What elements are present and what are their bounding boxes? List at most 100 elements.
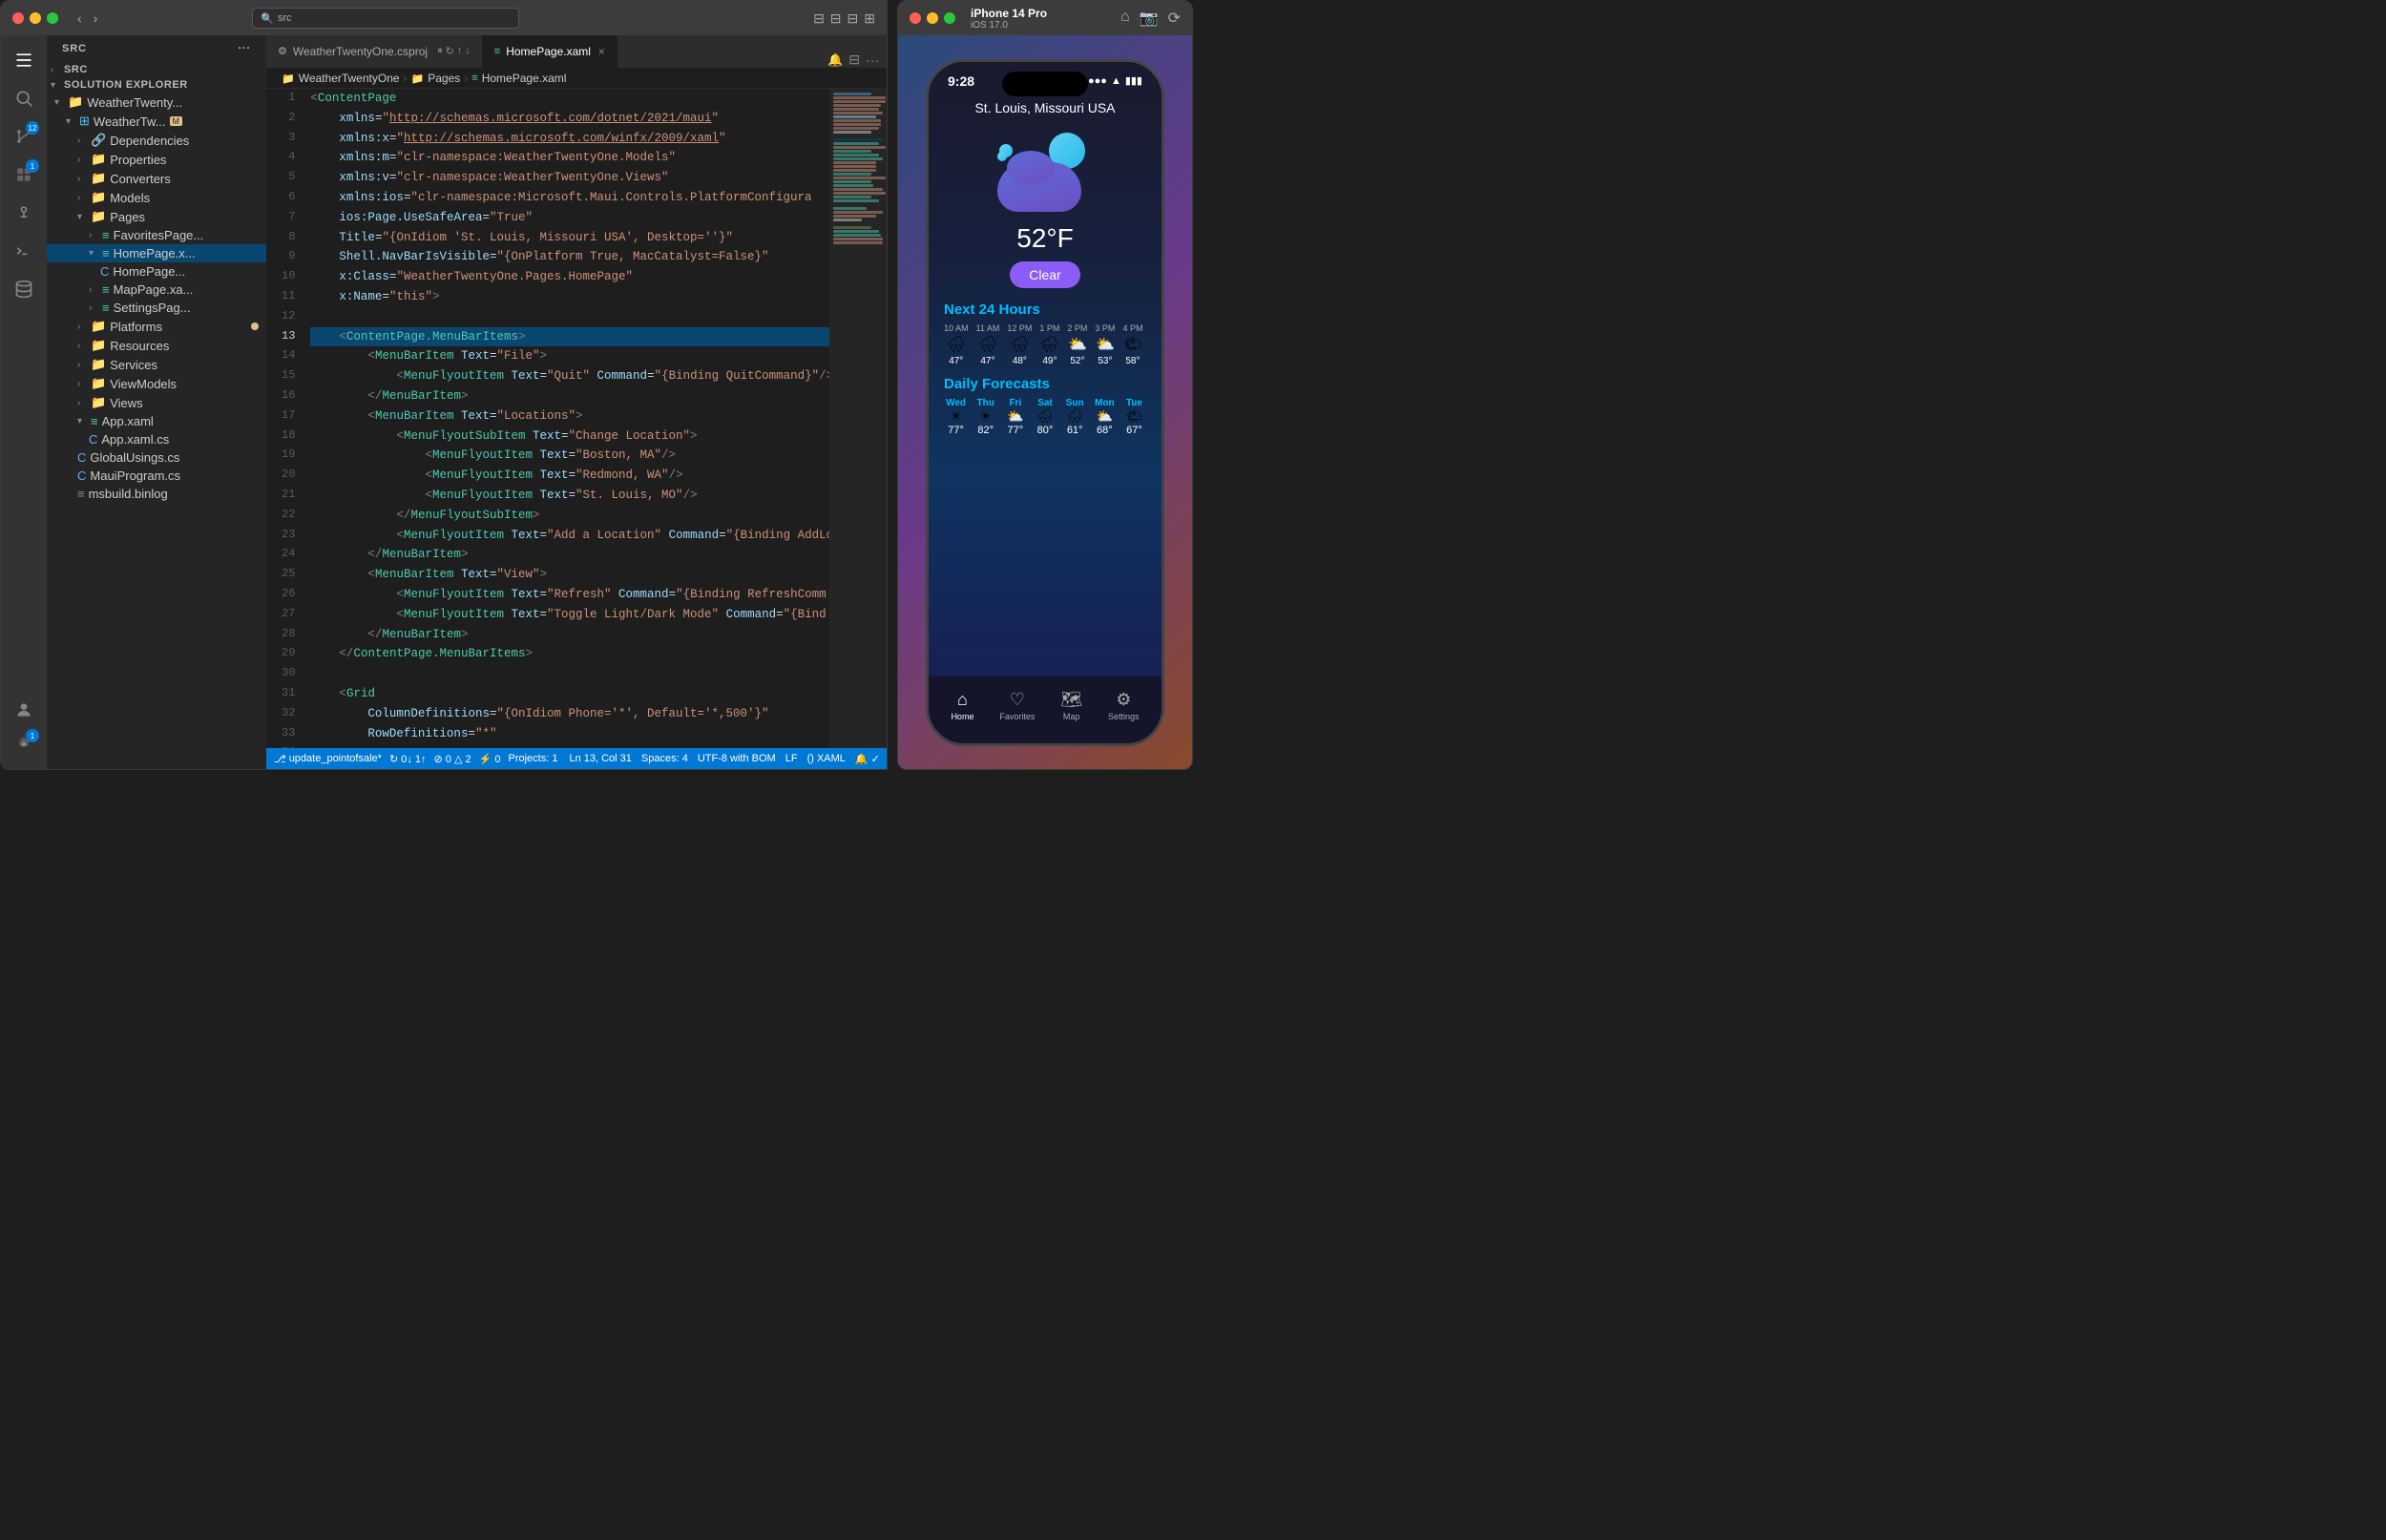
solution-label: SOLUTION EXPLORER [64,79,188,91]
tree-models[interactable]: › 📁 Models [47,188,266,207]
tree-mappage[interactable]: › ≡ MapPage.xa... [47,281,266,299]
extensions-icon[interactable]: 1 [7,157,41,192]
tree-mauiprogram[interactable]: C MauiProgram.cs [47,467,266,485]
next-24-title: Next 24 Hours [944,302,1146,318]
tree-root[interactable]: ▾ 📁 WeatherTwenty... [47,93,266,112]
bc-project[interactable]: WeatherTwentyOne [299,72,400,85]
split-editor-icon[interactable]: ⊟ [848,52,860,68]
svc-icon: 📁 [91,357,106,372]
tree-services[interactable]: › 📁 Services [47,355,266,374]
sync-status[interactable]: ↻ 0↓ 1↑ [389,753,427,765]
iphone-maximize-button[interactable] [944,12,955,24]
settings-activity-icon[interactable]: 1 [7,727,41,761]
weather-icon [997,131,1093,212]
refresh-icon[interactable]: ↻ [446,45,454,57]
more-icon[interactable]: ··· [866,52,879,68]
debug-icon[interactable] [7,196,41,230]
encoding-status[interactable]: UTF-8 with BOM [698,753,776,764]
code-line-6: xmlns:ios="clr-namespace:Microsoft.Maui.… [310,188,829,208]
global-label: GlobalUsings.cs [90,450,179,465]
layout-icon-4[interactable]: ⊞ [864,10,875,27]
activity-bar: 12 1 1 [1,35,47,769]
tree-resources[interactable]: › 📁 Resources [47,336,266,355]
tree-converters[interactable]: › 📁 Converters [47,169,266,188]
line-numbers: 1 2 3 4 5 6 7 8 9 10 11 12 13 14 15 16 1 [266,89,303,748]
settings-nav-label: Settings [1108,712,1140,721]
tab-csproj[interactable]: ⚙ WeatherTwentyOne.csproj ⏸ ↻ ↑ ↓ [266,35,483,68]
tree-properties[interactable]: › 📁 Properties [47,150,266,169]
check-icon[interactable]: ✓ [871,753,880,765]
layout-icon-3[interactable]: ⊟ [848,10,859,27]
branch-status[interactable]: ⎇ update_pointofsale* [274,753,382,765]
tree-homepage[interactable]: ▾ ≡ HomePage.x... [47,244,266,262]
account-icon[interactable] [7,693,41,727]
back-arrow[interactable]: ‹ [73,9,86,28]
pause-icon[interactable]: ⏸ [437,45,443,57]
database-icon[interactable] [7,272,41,306]
tab-close-icon[interactable]: × [598,45,605,58]
errors-status[interactable]: ⊘ 0 △ 2 [434,753,471,765]
explorer-icon[interactable] [7,43,41,77]
screenshot-icon[interactable]: 📷 [1140,9,1159,28]
fav-label: FavoritesPage... [114,228,204,242]
breadcrumb: 📁 WeatherTwentyOne › 📁 Pages › ≡ HomePag… [266,69,887,89]
code-line-26: <MenuFlyoutItem Text="Refresh" Command="… [310,585,829,605]
editor-content[interactable]: 1 2 3 4 5 6 7 8 9 10 11 12 13 14 15 16 1 [266,89,887,748]
line-18: 18 [282,427,295,447]
search-activity-icon[interactable] [7,81,41,115]
res-icon: 📁 [91,338,106,353]
clear-button[interactable]: Clear [1010,261,1079,288]
language-status[interactable]: () XAML [807,753,846,764]
nav-home[interactable]: ⌂ Home [951,690,973,721]
iphone-close-button[interactable] [910,12,921,24]
bell-icon[interactable]: 🔔 [855,753,869,765]
tree-solution[interactable]: ▾ SOLUTION EXPLORER [47,77,266,93]
nav-settings[interactable]: ⚙ Settings [1108,690,1140,721]
tree-appxaml[interactable]: ▾ ≡ App.xaml [47,412,266,430]
layout-icon-1[interactable]: ⊟ [813,10,825,27]
tree-msbuild[interactable]: ≡ msbuild.binlog [47,485,266,503]
projects-status[interactable]: Projects: 1 [508,753,557,764]
code-line-2: xmlns="http://schemas.microsoft.com/dotn… [310,109,829,129]
tree-dependencies[interactable]: › 🔗 Dependencies [47,131,266,150]
tree-project[interactable]: ▾ ⊞ WeatherTw... M [47,112,266,131]
nav-favorites[interactable]: ♡ Favorites [999,690,1035,721]
nav-map[interactable]: 🗺 Map [1060,690,1082,721]
conv-arrow: › [77,174,91,184]
layout-icon-2[interactable]: ⊟ [830,10,842,27]
close-button[interactable] [12,12,24,24]
notifications-icon[interactable]: 🔔 [827,52,843,68]
spaces-status[interactable]: Spaces: 4 [641,753,688,764]
warnings-status[interactable]: ⚡ 0 [479,753,501,765]
nav-icon[interactable]: ↑ [457,45,463,57]
bc-homepage[interactable]: HomePage.xaml [482,72,567,85]
root-label: WeatherTwenty... [87,95,182,110]
tree-pages[interactable]: ▾ 📁 Pages [47,207,266,226]
forward-arrow[interactable]: › [90,9,102,28]
search-bar[interactable]: 🔍 src [252,8,519,29]
terminal-icon[interactable] [7,234,41,268]
iphone-minimize-button[interactable] [927,12,938,24]
tree-settings-page[interactable]: › ≡ SettingsPag... [47,299,266,317]
tree-favorites[interactable]: › ≡ FavoritesPage... [47,226,266,244]
tree-views[interactable]: › 📁 Views [47,393,266,412]
eol-status[interactable]: LF [785,753,798,764]
tree-globalusings[interactable]: C GlobalUsings.cs [47,448,266,467]
rotate-icon[interactable]: ⟳ [1168,9,1181,28]
code-lines[interactable]: <ContentPage xmlns="http://schemas.micro… [303,89,829,748]
tree-homepage-cs[interactable]: C HomePage... [47,262,266,281]
sidebar-more-icon[interactable]: ··· [238,43,251,54]
tab-homepage[interactable]: ≡ HomePage.xaml × [483,35,617,68]
bc-pages[interactable]: Pages [428,72,460,85]
line-col-status[interactable]: Ln 13, Col 31 [569,753,631,764]
tree-src[interactable]: › SRC [47,62,266,77]
code-line-32: ColumnDefinitions="{OnIdiom Phone='*', D… [310,704,829,724]
tree-viewmodels[interactable]: › 📁 ViewModels [47,374,266,393]
maximize-button[interactable] [47,12,58,24]
tree-platforms[interactable]: › 📁 Platforms [47,317,266,336]
source-control-icon[interactable]: 12 [7,119,41,154]
minimize-button[interactable] [30,12,41,24]
home-simulator-icon[interactable]: ⌂ [1120,9,1130,28]
tree-appxamlcs[interactable]: C App.xaml.cs [47,430,266,448]
nav-down-icon[interactable]: ↓ [465,45,471,57]
